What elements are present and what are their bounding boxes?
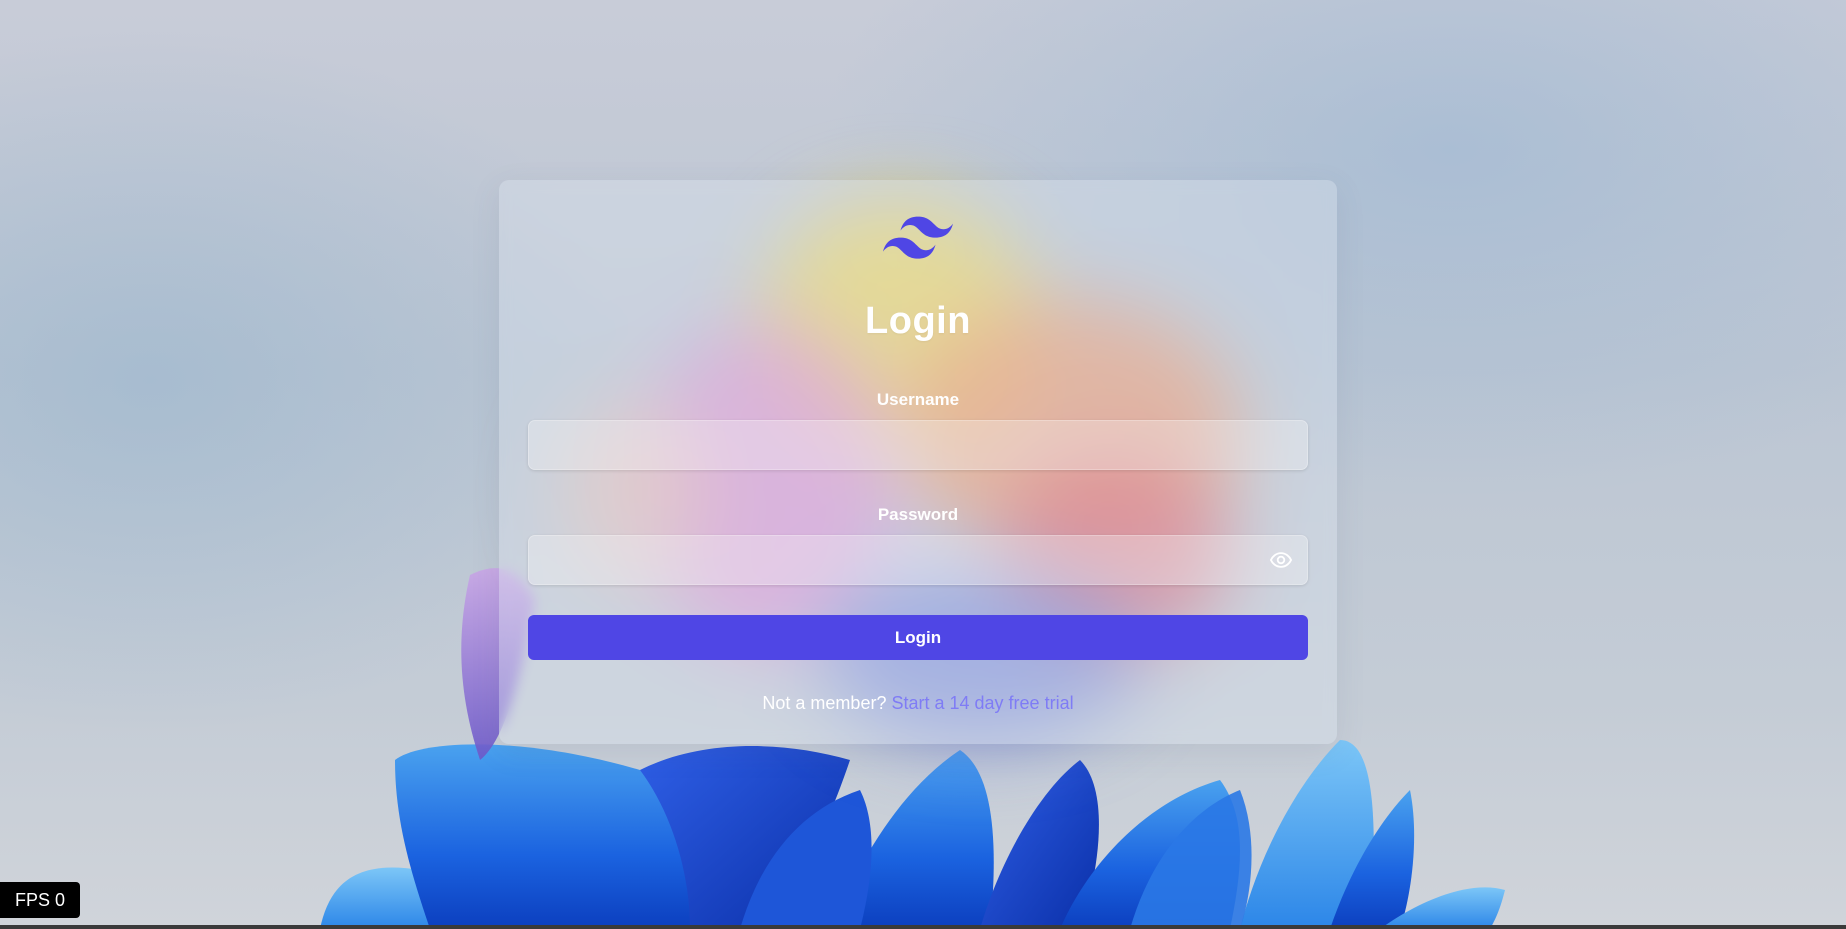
desktop-background: Login Username Password Login Not a memb… (0, 0, 1846, 929)
password-input[interactable] (528, 535, 1308, 585)
fps-counter: FPS 0 (0, 882, 80, 918)
tailwind-logo-icon (883, 216, 953, 259)
signup-prompt-text: Not a member? (762, 693, 887, 713)
bottom-edge-bar (0, 925, 1846, 929)
signup-prompt: Not a member? Start a 14 day free trial (499, 693, 1337, 714)
login-button[interactable]: Login (528, 615, 1308, 660)
password-label: Password (877, 505, 959, 524)
username-input[interactable] (528, 420, 1308, 470)
page-title: Login (865, 300, 971, 342)
login-card: Login Username Password Login Not a memb… (499, 180, 1337, 744)
eye-icon[interactable] (1270, 551, 1292, 569)
username-label: Username (876, 390, 960, 409)
free-trial-link[interactable]: Start a 14 day free trial (891, 693, 1073, 713)
